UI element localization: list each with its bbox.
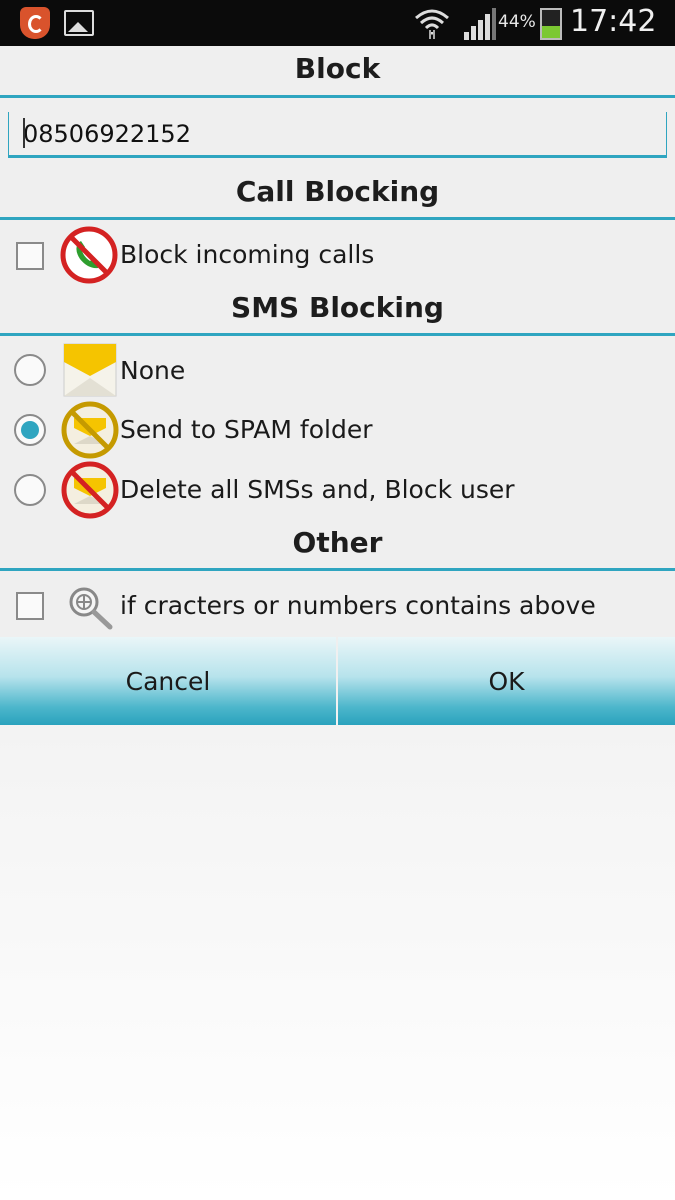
app-shield-icon xyxy=(20,7,50,39)
battery-percent: 44% xyxy=(498,12,536,32)
wifi-icon xyxy=(415,9,449,39)
gallery-icon xyxy=(64,10,94,36)
ok-button[interactable]: OK xyxy=(338,637,675,725)
battery-level-fill xyxy=(542,25,560,38)
sms-delete-label: Delete all SMSs and, Block user xyxy=(120,475,515,504)
contains-label: if cracters or numbers contains above xyxy=(120,591,596,620)
dialog-title: Block xyxy=(294,52,381,85)
sms-blocking-heading: SMS Blocking xyxy=(231,291,444,324)
sms-blocking-divider xyxy=(0,333,675,336)
status-bar: 44% 17:42 xyxy=(0,0,675,46)
sms-delete-radio[interactable] xyxy=(14,474,46,506)
magnifier-icon xyxy=(69,587,113,630)
call-blocking-divider xyxy=(0,217,675,220)
cancel-button[interactable]: Cancel xyxy=(0,637,336,725)
sms-spam-label: Send to SPAM folder xyxy=(120,415,373,444)
clock: 17:42 xyxy=(570,4,657,39)
block-calls-label: Block incoming calls xyxy=(120,240,375,269)
call-blocking-heading: Call Blocking xyxy=(235,175,440,208)
phone-number-input[interactable] xyxy=(8,112,667,158)
sms-spam-radio[interactable] xyxy=(14,414,46,446)
contains-checkbox[interactable] xyxy=(16,592,44,620)
sms-none-radio[interactable] xyxy=(14,354,46,386)
blocked-call-icon xyxy=(60,226,118,284)
envelope-blocked-icon xyxy=(61,461,119,519)
other-heading: Other xyxy=(292,526,383,559)
title-divider xyxy=(0,95,675,98)
envelope-icon xyxy=(63,343,117,397)
envelope-spam-icon xyxy=(61,401,119,459)
other-divider xyxy=(0,568,675,571)
text-cursor xyxy=(23,118,25,148)
battery-icon xyxy=(540,8,562,40)
block-calls-checkbox[interactable] xyxy=(16,242,44,270)
signal-icon xyxy=(464,8,496,40)
sms-none-label: None xyxy=(120,356,186,385)
